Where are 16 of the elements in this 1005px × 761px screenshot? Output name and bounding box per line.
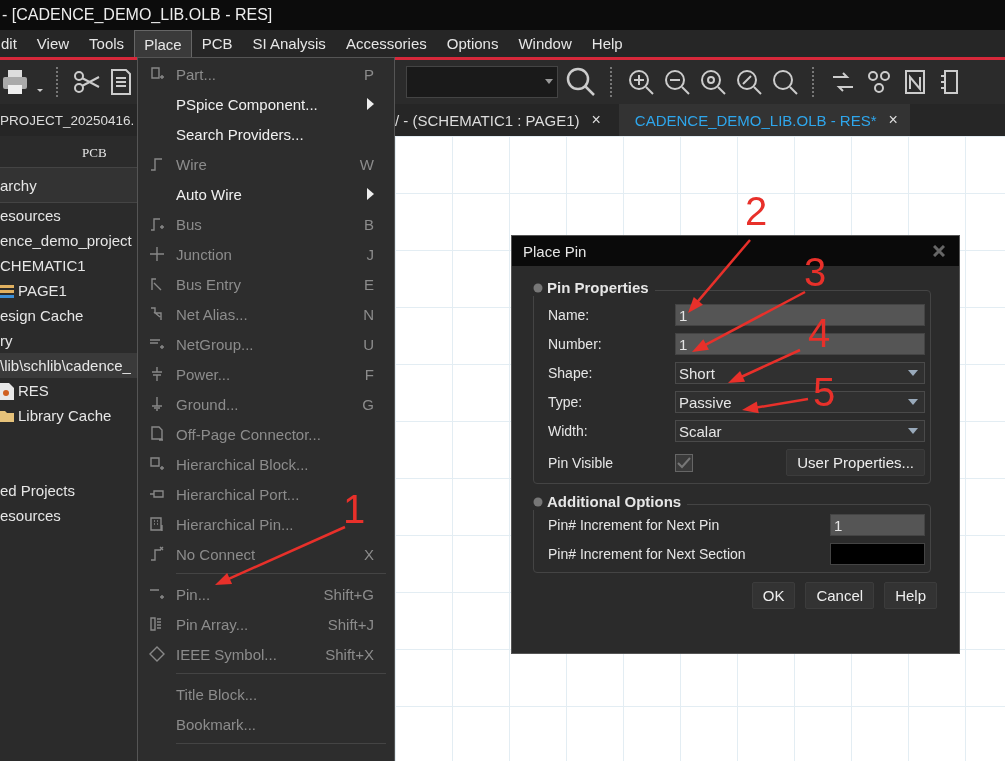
step-number: 3	[804, 249, 827, 295]
group-title: Pin Properties	[547, 279, 649, 296]
step-number: 2	[745, 188, 768, 234]
field-label: Width:	[548, 423, 589, 439]
window-title: - [CADENCE_DEMO_LIB.OLB - RES]	[2, 6, 273, 24]
panel-header: archy	[0, 176, 37, 194]
field-label: Pin Visible	[548, 454, 615, 471]
dialog-title: Place Pin	[523, 242, 587, 260]
field-label: Name:	[548, 307, 591, 323]
field-label: Type:	[548, 394, 584, 410]
field-label: Shape:	[548, 365, 594, 381]
step-number: 1	[343, 486, 366, 532]
group-title: Additional Options	[547, 493, 682, 510]
field-label: Number:	[548, 336, 603, 352]
field-label: Pin# Increment for Next Section	[548, 546, 747, 562]
field-label: Pin# Increment for Next Pin	[548, 517, 721, 533]
